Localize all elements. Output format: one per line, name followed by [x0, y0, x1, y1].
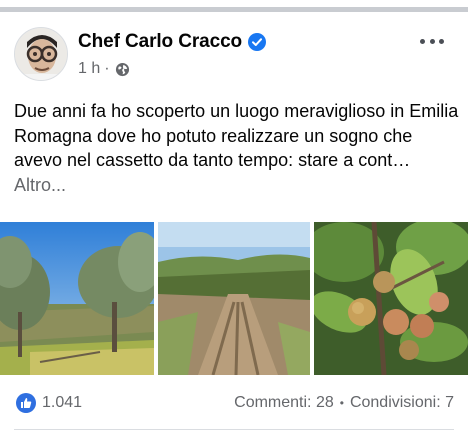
engagement-stats: Commenti: 28 • Condivisioni: 7 [234, 394, 454, 412]
author-name[interactable]: Chef Carlo Cracco [78, 31, 242, 53]
feed-divider [0, 7, 468, 12]
actions-divider [14, 429, 454, 430]
avatar[interactable] [14, 27, 68, 81]
post-meta: 1 h · [78, 60, 130, 78]
reaction-stats: 1.041 Commenti: 28 • Condivisioni: 7 [0, 384, 468, 424]
post-header: Chef Carlo Cracco 1 h · [14, 27, 454, 83]
photo-plowed-field[interactable] [158, 222, 310, 375]
stats-separator: • [339, 396, 344, 410]
author-row: Chef Carlo Cracco [78, 31, 267, 53]
more-dot-icon [439, 38, 444, 44]
post-body: Due anni fa ho scoperto un luogo meravig… [14, 99, 460, 197]
comments-count[interactable]: Commenti: 28 [234, 394, 334, 412]
post-time[interactable]: 1 h [78, 60, 100, 78]
photo-olive-trees[interactable] [0, 222, 154, 375]
meta-separator: · [104, 60, 110, 77]
more-options-button[interactable] [420, 37, 444, 45]
like-reaction-icon[interactable] [16, 393, 36, 413]
more-dot-icon [420, 38, 425, 44]
photo-apricots[interactable] [314, 222, 468, 375]
more-dot-icon [429, 38, 435, 44]
verified-badge-icon [248, 33, 267, 51]
globe-icon [115, 62, 129, 76]
like-count[interactable]: 1.041 [42, 394, 82, 412]
shares-count[interactable]: Condivisioni: 7 [350, 394, 454, 412]
post-text: Due anni fa ho scoperto un luogo meravig… [14, 101, 459, 170]
photo-grid [0, 222, 468, 375]
see-more-link[interactable]: Altro... [14, 175, 66, 195]
